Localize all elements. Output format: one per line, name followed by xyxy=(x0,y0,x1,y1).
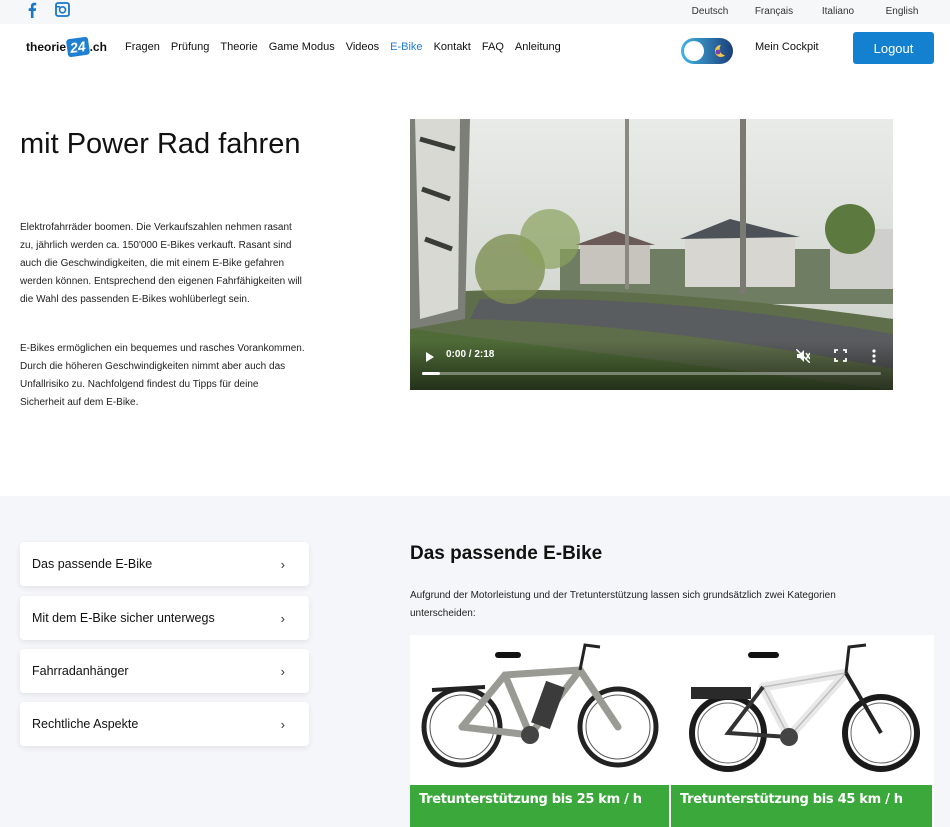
nav-fragen[interactable]: Fragen xyxy=(125,41,160,53)
main-header: theorie 24 .ch Fragen Prüfung Theorie Game… xyxy=(0,24,950,74)
menu-item-label: Fahrradanhänger xyxy=(32,664,129,678)
video-progress-track[interactable] xyxy=(422,372,881,375)
chevron-right-icon: › xyxy=(280,716,285,732)
lang-deutsch[interactable]: Deutsch xyxy=(678,6,742,17)
nav-videos[interactable]: Videos xyxy=(346,41,379,53)
menu-item-fahrradanhaenger[interactable]: Fahrradanhänger › xyxy=(20,649,309,693)
card-label: Tretunterstützung bis 25 km / h xyxy=(410,785,671,827)
logo-suffix: .ch xyxy=(89,40,107,54)
video-player[interactable]: 0:00 / 2:18 xyxy=(410,119,893,390)
menu-item-label: Das passende E-Bike xyxy=(32,557,153,571)
ebike-image xyxy=(689,643,920,772)
ebike-card-45: Tretunterstützung bis 45 km / h xyxy=(671,635,934,827)
nav-pruefung[interactable]: Prüfung xyxy=(171,41,210,53)
lang-italiano[interactable]: Italiano xyxy=(806,6,870,17)
lang-english[interactable]: English xyxy=(870,6,934,17)
card-label: Tretunterstützung bis 45 km / h xyxy=(671,785,934,827)
fullscreen-icon[interactable] xyxy=(834,349,847,367)
chevron-right-icon: › xyxy=(280,663,285,679)
nav-anleitung[interactable]: Anleitung xyxy=(515,41,561,53)
site-logo[interactable]: theorie 24 .ch xyxy=(26,34,107,60)
nav-game-modus[interactable]: Game Modus xyxy=(269,41,335,53)
logout-button[interactable]: Logout xyxy=(853,32,934,64)
section-title: Das passende E-Bike xyxy=(410,543,603,564)
more-options-icon[interactable] xyxy=(872,349,876,368)
lang-francais[interactable]: Français xyxy=(742,6,806,17)
video-controls: 0:00 / 2:18 xyxy=(410,341,893,390)
menu-item-label: Rechtliche Aspekte xyxy=(32,717,139,731)
ebike-card-25: Tretunterstützung bis 25 km / h xyxy=(410,635,671,827)
play-icon[interactable] xyxy=(424,350,436,368)
top-bar: Deutsch Français Italiano English xyxy=(0,0,950,24)
logo-badge: 24 xyxy=(65,36,90,58)
language-switcher: Deutsch Français Italiano English xyxy=(678,6,934,17)
logo-prefix: theorie xyxy=(26,40,67,54)
chevron-right-icon: › xyxy=(280,556,285,572)
theme-toggle[interactable] xyxy=(681,38,733,64)
toggle-knob xyxy=(684,41,704,61)
nav-theorie[interactable]: Theorie xyxy=(220,41,257,53)
main-nav: Fragen Prüfung Theorie Game Modus Videos… xyxy=(125,41,561,53)
cockpit-link[interactable]: Mein Cockpit xyxy=(755,41,819,53)
menu-item-passende-ebike[interactable]: Das passende E-Bike › xyxy=(20,542,309,586)
instagram-icon[interactable] xyxy=(55,2,70,22)
ebike-image xyxy=(421,643,659,768)
mute-icon[interactable] xyxy=(795,348,811,368)
menu-item-rechtliche-aspekte[interactable]: Rechtliche Aspekte › xyxy=(20,702,309,746)
video-progress-fill xyxy=(422,372,441,375)
video-time: 0:00 / 2:18 xyxy=(446,349,495,360)
page-title: mit Power Rad fahren xyxy=(20,128,301,160)
menu-item-sicher-unterwegs[interactable]: Mit dem E-Bike sicher unterwegs › xyxy=(20,596,309,640)
chevron-right-icon: › xyxy=(280,610,285,626)
section-text: Aufgrund der Motorleistung und der Tretu… xyxy=(410,590,836,619)
nav-e-bike[interactable]: E-Bike xyxy=(390,41,422,53)
nav-faq[interactable]: FAQ xyxy=(482,41,504,53)
intro-paragraph-1: Elektrofahrräder boomen. Die Verkaufszah… xyxy=(20,222,302,305)
nav-kontakt[interactable]: Kontakt xyxy=(434,41,471,53)
menu-item-label: Mit dem E-Bike sicher unterwegs xyxy=(32,611,215,625)
intro-paragraph-2: E-Bikes ermöglichen ein bequemes und ras… xyxy=(20,343,305,408)
facebook-icon[interactable] xyxy=(26,2,38,23)
moon-icon xyxy=(711,43,727,64)
